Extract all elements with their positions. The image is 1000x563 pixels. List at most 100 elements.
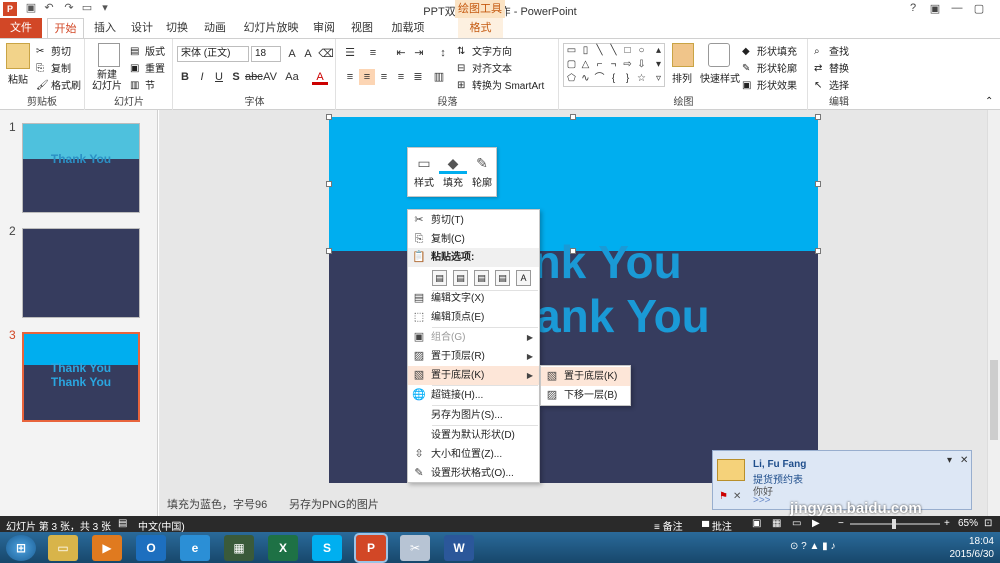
layout-button[interactable]: ▤ 版式	[130, 43, 165, 58]
shape-effects-button[interactable]: ▣ 形状效果	[742, 77, 797, 92]
char-spacing-icon[interactable]: AV	[262, 69, 278, 85]
align-text-button[interactable]: ⊟ 对齐文本	[457, 60, 512, 75]
help-icon[interactable]: ?	[902, 2, 924, 16]
zoom-out-icon[interactable]: −	[838, 518, 844, 529]
mini-outline-button[interactable]: ✎ 轮廓	[468, 152, 496, 189]
tab-file[interactable]: 文件	[0, 18, 42, 38]
spellcheck-icon[interactable]: ▤	[118, 518, 127, 529]
submenu-item-send-backward[interactable]: ▨ 下移一层(B)	[541, 386, 630, 405]
paste-keep-source-icon[interactable]: ▤	[432, 270, 447, 286]
start-button-icon[interactable]: ⊞	[6, 535, 36, 561]
section-button[interactable]: ▥ 节	[130, 77, 155, 92]
tab-animations[interactable]: 动画	[200, 18, 230, 38]
gallery-more-icon[interactable]: ▿	[653, 73, 664, 84]
brace-left-shape-icon[interactable]: {	[608, 73, 619, 84]
quick-styles-icon[interactable]	[708, 43, 730, 67]
menu-item-set-default-shape[interactable]: 设置为默认形状(D)	[408, 426, 539, 445]
textbox-v-shape-icon[interactable]: ▯	[580, 45, 591, 56]
paste-destination-icon[interactable]: ▤	[453, 270, 468, 286]
outlook-icon[interactable]: O	[136, 535, 166, 561]
align-left-icon[interactable]: ≡	[342, 69, 358, 85]
slideshow-icon[interactable]: ▶	[812, 518, 820, 529]
arc-shape-icon[interactable]: ⌒	[594, 73, 605, 84]
curve-shape-icon[interactable]: ∿	[580, 73, 591, 84]
normal-view-icon[interactable]: ▣	[752, 518, 761, 529]
paste-button[interactable]: 粘贴	[8, 71, 28, 86]
textbox-shape-icon[interactable]: ▭	[566, 45, 577, 56]
arrange-icon[interactable]	[672, 43, 694, 67]
rectangle-shape-icon[interactable]: □	[622, 45, 633, 56]
zoom-slider-thumb[interactable]	[892, 519, 896, 529]
paste-text-only-icon[interactable]: A	[516, 270, 531, 286]
flag-icon[interactable]: ⚑	[719, 491, 728, 502]
text-direction-button[interactable]: ⇅ 文字方向	[457, 43, 512, 58]
slide-thumbnail-3[interactable]: Thank You Thank You	[22, 332, 140, 422]
decrease-indent-icon[interactable]: ⇤	[393, 45, 409, 61]
slide-thumbnail-1[interactable]: Thank You	[22, 123, 140, 213]
down-arrow-shape-icon[interactable]: ⇩	[636, 59, 647, 70]
menu-item-edit-text[interactable]: ▤ 编辑文字(X)	[408, 289, 539, 308]
tab-design[interactable]: 设计	[127, 18, 157, 38]
tab-home[interactable]: 开始	[47, 18, 84, 38]
zoom-level[interactable]: 65%	[958, 518, 978, 529]
excel-icon[interactable]: X	[268, 535, 298, 561]
current-slide[interactable]: ank You hank You	[326, 114, 821, 483]
comments-toggle[interactable]: ▀ 批注	[702, 518, 732, 533]
shape-outline-button[interactable]: ✎ 形状轮廓	[742, 60, 797, 75]
gallery-down-icon[interactable]: ▾	[653, 59, 664, 70]
tab-review[interactable]: 审阅	[309, 18, 339, 38]
clear-format-icon[interactable]: ⌫	[318, 46, 334, 62]
tab-insert[interactable]: 插入	[90, 18, 120, 38]
menu-item-size-position[interactable]: ⇳ 大小和位置(Z)...	[408, 445, 539, 464]
star-shape-icon[interactable]: ☆	[636, 73, 647, 84]
line2-shape-icon[interactable]: ╲	[608, 45, 619, 56]
delete-icon[interactable]: ✕	[733, 491, 741, 502]
mini-fill-button[interactable]: ◆ 填充	[439, 152, 467, 189]
bullets-icon[interactable]: ☰	[342, 45, 358, 61]
arrange-button[interactable]: 排列	[672, 70, 692, 85]
font-name-combo[interactable]: 宋体 (正文)	[177, 46, 249, 62]
word-icon[interactable]: W	[444, 535, 474, 561]
system-clock[interactable]: 18:04 2015/6/30	[950, 535, 995, 561]
toast-dropdown-icon[interactable]: ▾	[947, 455, 952, 466]
menu-item-save-as-picture[interactable]: 另存为图片(S)...	[408, 406, 539, 425]
submenu-item-send-to-back[interactable]: ▧ 置于底层(K)	[541, 367, 630, 386]
oval-shape-icon[interactable]: ○	[636, 45, 647, 56]
rounded-rect-shape-icon[interactable]: ▢	[566, 59, 577, 70]
fit-slide-icon[interactable]: ⊡	[984, 518, 992, 529]
tab-transitions[interactable]: 切换	[162, 18, 192, 38]
resize-handle[interactable]	[326, 114, 332, 120]
gallery-up-icon[interactable]: ▴	[653, 45, 664, 56]
paste-embed-icon[interactable]: ▤	[495, 270, 510, 286]
paste-picture-icon[interactable]: ▤	[474, 270, 489, 286]
elbow2-shape-icon[interactable]: ¬	[608, 59, 619, 70]
resize-handle[interactable]	[570, 114, 576, 120]
quick-styles-button[interactable]: 快速样式	[700, 70, 740, 85]
strikethrough-icon[interactable]: abc	[245, 69, 263, 85]
tab-view[interactable]: 视图	[347, 18, 377, 38]
numbering-icon[interactable]: ≡	[365, 45, 381, 61]
notes-toggle[interactable]: ≡ 备注	[654, 518, 683, 533]
change-case-icon[interactable]: Aa	[284, 69, 300, 85]
maximize-icon[interactable]: ▢	[968, 2, 990, 16]
align-right-icon[interactable]: ≡	[376, 69, 392, 85]
media-player-icon[interactable]: ▶	[92, 535, 122, 561]
shadow-icon[interactable]: S	[228, 69, 244, 85]
italic-icon[interactable]: I	[194, 69, 210, 85]
tab-addins[interactable]: 加载项	[382, 18, 434, 38]
elbow-shape-icon[interactable]: ⌐	[594, 59, 605, 70]
blue-rectangle-shape[interactable]	[329, 117, 818, 251]
tray-icons[interactable]: ⊙ ? ▲ ▮ ♪	[790, 541, 835, 552]
ribbon-options-icon[interactable]: ▣	[924, 2, 946, 16]
scrollbar-thumb[interactable]	[990, 360, 998, 440]
copy-button[interactable]: ⎘ 复制	[36, 60, 71, 75]
snipping-tool-icon[interactable]: ✂	[400, 535, 430, 561]
distribute-icon[interactable]: ≣	[410, 69, 426, 85]
font-size-combo[interactable]: 18	[251, 46, 281, 62]
toast-close-icon[interactable]: ✕	[960, 455, 968, 466]
find-button[interactable]: ⌕ 查找	[814, 43, 849, 58]
shapes-gallery[interactable]: ▭ ▯ ╲ ╲ □ ○ ▢ △ ⌐ ¬ ⇨ ⇩ ⬠ ∿ ⌒ { } ☆ ▴ ▾ …	[563, 43, 665, 87]
powerpoint-taskbar-icon[interactable]: P	[356, 535, 386, 561]
slide-sorter-icon[interactable]: ▦	[772, 518, 781, 529]
reading-view-icon[interactable]: ▭	[792, 518, 801, 529]
